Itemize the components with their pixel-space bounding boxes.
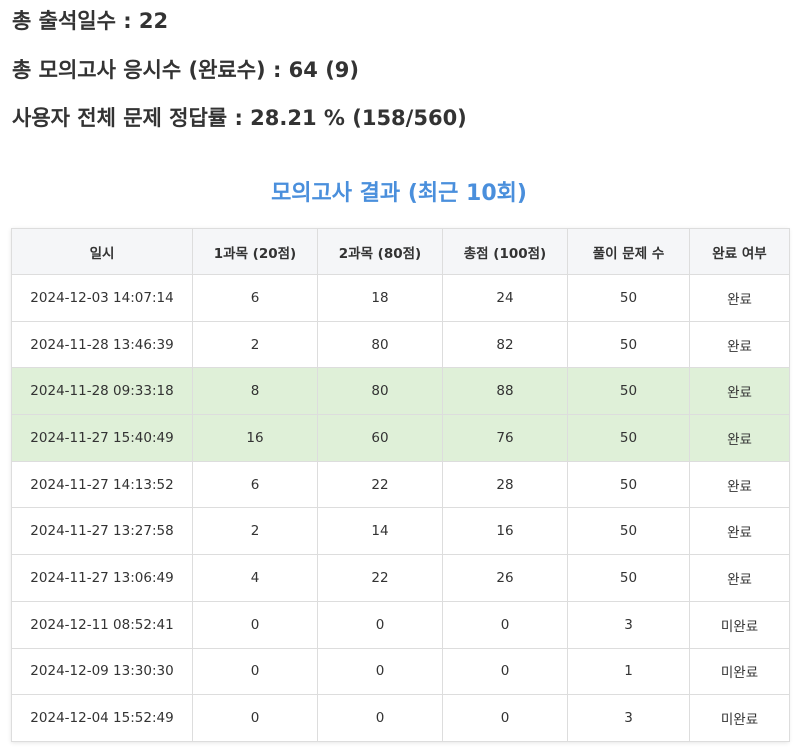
table-row: 2024-11-28 09:33:18 8 80 88 50 완료	[11, 367, 790, 416]
cell-subject2-score: 80	[317, 320, 443, 369]
cell-subject1-score: 2	[192, 320, 318, 369]
cell-total-score: 28	[442, 460, 568, 509]
table-row: 2024-11-28 13:46:39 2 80 82 50 완료	[11, 320, 790, 369]
cell-total-score: 24	[442, 274, 568, 322]
cell-solved-count: 50	[567, 367, 690, 416]
cell-datetime: 2024-12-11 08:52:41	[11, 600, 193, 649]
cell-subject1-score: 6	[192, 274, 318, 322]
table-row: 2024-12-09 13:30:30 0 0 0 1 미완료	[11, 647, 790, 696]
mock-exam-count: 총 모의고사 응시수 (완료수) : 64 (9)	[12, 58, 360, 82]
results-table: 일시 1과목 (20점) 2과목 (80점) 총점 (100점) 풀이 문제 수…	[11, 228, 790, 742]
cell-total-score: 0	[442, 647, 568, 696]
header-datetime: 일시	[11, 228, 193, 275]
results-table-body: 2024-12-03 14:07:14 6 18 24 50 완료 2024-11-28 1…	[11, 274, 790, 742]
table-row: 2024-12-11 08:52:41 0 0 0 3 미완료	[11, 600, 790, 649]
cell-subject2-score: 0	[317, 600, 443, 649]
table-row: 2024-11-27 13:06:49 4 22 26 50 완료	[11, 554, 790, 602]
cell-solved-count: 50	[567, 274, 690, 322]
cell-completion-status: 완료	[689, 460, 790, 509]
table-row: 2024-11-27 14:13:52 6 22 28 50 완료	[11, 460, 790, 509]
results-title: 모의고사 결과 (최근 10회)	[271, 181, 527, 206]
cell-total-score: 0	[442, 694, 568, 742]
cell-subject1-score: 2	[192, 507, 318, 556]
cell-completion-status: 완료	[689, 274, 790, 322]
cell-subject2-score: 14	[317, 507, 443, 556]
cell-subject1-score: 0	[192, 647, 318, 696]
cell-subject2-score: 0	[317, 647, 443, 696]
cell-subject2-score: 0	[317, 694, 443, 742]
table-row: 2024-11-27 13:27:58 2 14 16 50 완료	[11, 507, 790, 556]
cell-total-score: 76	[442, 414, 568, 462]
cell-datetime: 2024-11-27 13:27:58	[11, 507, 193, 556]
cell-solved-count: 50	[567, 414, 690, 462]
cell-solved-count: 1	[567, 647, 690, 696]
cell-completion-status: 완료	[689, 554, 790, 602]
cell-subject1-score: 8	[192, 367, 318, 416]
cell-total-score: 82	[442, 320, 568, 369]
table-row: 2024-11-27 15:40:49 16 60 76 50 완료	[11, 414, 790, 462]
cell-solved-count: 50	[567, 320, 690, 369]
cell-datetime: 2024-11-28 09:33:18	[11, 367, 193, 416]
results-table-container: 일시 1과목 (20점) 2과목 (80점) 총점 (100점) 풀이 문제 수…	[11, 228, 790, 742]
cell-subject1-score: 6	[192, 460, 318, 509]
cell-total-score: 26	[442, 554, 568, 602]
cell-total-score: 88	[442, 367, 568, 416]
header-subject2: 2과목 (80점)	[317, 228, 443, 275]
cell-completion-status: 완료	[689, 320, 790, 369]
cell-subject2-score: 60	[317, 414, 443, 462]
header-total: 총점 (100점)	[442, 228, 568, 275]
attendance-count: 총 출석일수 : 22	[12, 9, 169, 33]
cell-total-score: 16	[442, 507, 568, 556]
header-subject1: 1과목 (20점)	[192, 228, 318, 275]
cell-total-score: 0	[442, 600, 568, 649]
header-solved-count: 풀이 문제 수	[567, 228, 690, 275]
cell-datetime: 2024-11-27 13:06:49	[11, 554, 193, 602]
cell-completion-status: 미완료	[689, 647, 790, 696]
cell-subject2-score: 18	[317, 274, 443, 322]
cell-solved-count: 50	[567, 507, 690, 556]
cell-datetime: 2024-12-09 13:30:30	[11, 647, 193, 696]
cell-datetime: 2024-11-27 14:13:52	[11, 460, 193, 509]
cell-subject2-score: 22	[317, 460, 443, 509]
cell-completion-status: 완료	[689, 414, 790, 462]
cell-completion-status: 미완료	[689, 694, 790, 742]
cell-subject1-score: 0	[192, 600, 318, 649]
cell-solved-count: 50	[567, 554, 690, 602]
cell-solved-count: 50	[567, 460, 690, 509]
cell-datetime: 2024-11-27 15:40:49	[11, 414, 193, 462]
cell-subject1-score: 0	[192, 694, 318, 742]
cell-datetime: 2024-12-03 14:07:14	[11, 274, 193, 322]
table-row: 2024-12-03 14:07:14 6 18 24 50 완료	[11, 274, 790, 322]
cell-subject1-score: 4	[192, 554, 318, 602]
cell-completion-status: 미완료	[689, 600, 790, 649]
cell-completion-status: 완료	[689, 367, 790, 416]
cell-completion-status: 완료	[689, 507, 790, 556]
table-header-row: 일시 1과목 (20점) 2과목 (80점) 총점 (100점) 풀이 문제 수…	[11, 228, 790, 275]
cell-solved-count: 3	[567, 600, 690, 649]
cell-solved-count: 3	[567, 694, 690, 742]
cell-datetime: 2024-11-28 13:46:39	[11, 320, 193, 369]
header-completion: 완료 여부	[689, 228, 790, 275]
cell-subject2-score: 80	[317, 367, 443, 416]
cell-subject1-score: 16	[192, 414, 318, 462]
accuracy-rate: 사용자 전체 문제 정답률 : 28.21 % (158/560)	[12, 106, 467, 130]
table-row: 2024-12-04 15:52:49 0 0 0 3 미완료	[11, 694, 790, 742]
cell-subject2-score: 22	[317, 554, 443, 602]
cell-datetime: 2024-12-04 15:52:49	[11, 694, 193, 742]
